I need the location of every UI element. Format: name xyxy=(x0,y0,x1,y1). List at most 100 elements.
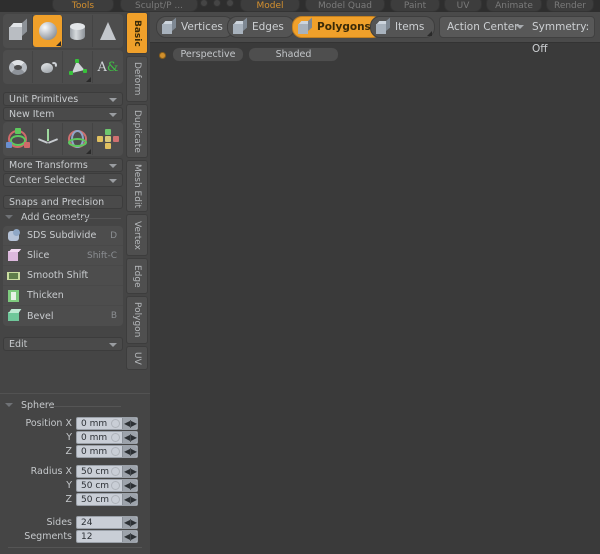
mode-vertices-label: Vertices xyxy=(181,21,223,33)
tab-uv-label: UV xyxy=(456,1,470,11)
transform-gizmo-icon xyxy=(5,128,30,149)
sidebar-item-deform[interactable]: Deform xyxy=(126,56,148,102)
stepper-arrows-icon[interactable]: ◀|▶ xyxy=(122,531,137,542)
cube-icon xyxy=(298,17,312,35)
stepper-arrows-icon[interactable]: ◀|▶ xyxy=(122,432,137,443)
sidebar-item-vertex[interactable]: Vertex xyxy=(126,214,148,256)
tab-sculpt-paint[interactable]: Sculpt/P ... xyxy=(120,0,198,12)
scale-tool-button[interactable] xyxy=(93,123,123,155)
primitive-cone-button[interactable] xyxy=(93,15,123,47)
edit-dropdown[interactable]: Edit xyxy=(3,337,123,351)
sidebar-item-mesh-edit[interactable]: Mesh Edit xyxy=(126,160,148,212)
add-geometry-section-header[interactable]: Add Geometry xyxy=(3,211,123,224)
dial-icon[interactable] xyxy=(111,481,120,490)
sides-field[interactable]: 24 ◀|▶ xyxy=(76,516,138,529)
top-tab-strip: Tools Sculpt/P ... Model Model Quad Pain… xyxy=(0,0,600,12)
primitive-cylinder-button[interactable] xyxy=(63,15,93,47)
geometry-item-slice[interactable]: Slice Shift-C xyxy=(3,246,123,266)
dial-icon[interactable] xyxy=(111,433,120,442)
primitive-text-button[interactable]: A& xyxy=(93,51,123,83)
primitive-polygon-pen-button[interactable] xyxy=(63,51,93,83)
tab-menu-icon[interactable] xyxy=(213,0,221,7)
move-gizmo-icon xyxy=(37,129,59,149)
property-row-sides: Sides 24 ◀|▶ xyxy=(0,516,150,530)
transform-tool-button[interactable] xyxy=(3,123,33,155)
dial-icon[interactable] xyxy=(111,447,120,456)
stepper-arrows-icon[interactable]: ◀|▶ xyxy=(122,494,137,505)
primitive-torus-button[interactable] xyxy=(3,51,33,83)
sidebar-item-label: Vertex xyxy=(132,220,142,250)
rotate-tool-button[interactable] xyxy=(63,123,93,155)
mode-edges-button[interactable]: Edges xyxy=(227,16,295,38)
primitives-row-extra: A& xyxy=(3,50,123,84)
sphere-object[interactable] xyxy=(493,286,600,431)
chevron-down-icon[interactable] xyxy=(516,25,524,29)
radius-y-field[interactable]: 50 cm ◀|▶ xyxy=(76,479,138,492)
dial-icon[interactable] xyxy=(111,495,120,504)
geometry-item-thicken[interactable]: Thicken xyxy=(3,286,123,306)
sidebar-item-edge[interactable]: Edge xyxy=(126,258,148,294)
sidebar-item-polygon[interactable]: Polygon xyxy=(126,296,148,344)
viewport-shaded-button[interactable]: Shaded xyxy=(248,47,339,62)
mode-items-button[interactable]: Items xyxy=(370,16,436,38)
sphere-section-header[interactable]: Sphere xyxy=(3,399,123,412)
sidebar-item-label: Basic xyxy=(132,19,142,47)
cube-icon xyxy=(162,17,176,35)
text-tool-icon: A& xyxy=(97,59,119,75)
sidebar-item-uv[interactable]: UV xyxy=(126,346,148,370)
center-selected-dropdown[interactable]: Center Selected xyxy=(3,173,123,187)
tab-model-quad[interactable]: Model Quad xyxy=(305,0,385,12)
tab-paint[interactable]: Paint xyxy=(390,0,440,12)
position-x-field[interactable]: 0 mm ◀|▶ xyxy=(76,417,138,430)
tab-render[interactable]: Render xyxy=(546,0,594,12)
snaps-and-precision-button[interactable]: Snaps and Precision xyxy=(3,195,123,209)
stepper-arrows-icon[interactable]: ◀|▶ xyxy=(122,480,137,491)
3d-viewport[interactable]: y x Sphere Primitive pxleyes.com xyxy=(150,43,600,554)
property-value: 24 xyxy=(81,518,93,528)
tab-more-icon[interactable] xyxy=(226,0,234,7)
primitive-cube-button[interactable] xyxy=(3,15,33,47)
sphere-wireframe xyxy=(495,286,600,431)
stepper-arrows-icon[interactable]: ◀|▶ xyxy=(122,466,137,477)
geometry-item-sds-subdivide[interactable]: SDS Subdivide D xyxy=(3,226,123,246)
move-tool-button[interactable] xyxy=(33,123,63,155)
property-label: Z xyxy=(65,446,72,457)
stepper-arrows-icon[interactable]: ◀|▶ xyxy=(122,446,137,457)
position-y-field[interactable]: 0 mm ◀|▶ xyxy=(76,431,138,444)
position-z-field[interactable]: 0 mm ◀|▶ xyxy=(76,445,138,458)
sidebar-item-basic[interactable]: Basic xyxy=(126,12,148,54)
submenu-corner-icon xyxy=(86,77,91,82)
primitive-sphere-button[interactable] xyxy=(33,15,63,47)
tab-add-icon[interactable] xyxy=(200,0,208,7)
tab-animate[interactable]: Animate xyxy=(486,0,542,12)
chevron-down-icon xyxy=(109,343,117,347)
radius-x-field[interactable]: 50 cm ◀|▶ xyxy=(76,465,138,478)
tab-uv[interactable]: UV xyxy=(444,0,482,12)
more-transforms-dropdown[interactable]: More Transforms xyxy=(3,158,123,172)
property-label: Y xyxy=(66,480,72,491)
mode-vertices-button[interactable]: Vertices xyxy=(156,16,234,38)
dial-icon[interactable] xyxy=(111,467,120,476)
viewport-perspective-button[interactable]: Perspective xyxy=(172,47,244,62)
geometry-item-shortcut: Shift-C xyxy=(87,250,117,261)
axis-gizmo[interactable]: y x xyxy=(164,508,204,549)
unit-primitives-dropdown[interactable]: Unit Primitives xyxy=(3,92,123,106)
segments-field[interactable]: 12 ◀|▶ xyxy=(76,530,138,543)
property-value: 50 cm xyxy=(81,467,110,477)
new-item-dropdown[interactable]: New Item xyxy=(3,107,123,121)
tab-model[interactable]: Model xyxy=(240,0,300,12)
action-center-label[interactable]: Action Center xyxy=(447,16,519,38)
tab-tools[interactable]: Tools xyxy=(52,0,114,12)
sidebar-item-label: Mesh Edit xyxy=(132,164,142,208)
primitive-teapot-button[interactable] xyxy=(33,51,63,83)
tab-animate-label: Animate xyxy=(495,1,533,11)
mode-polygons-button[interactable]: Polygons xyxy=(292,16,382,38)
stepper-arrows-icon[interactable]: ◀|▶ xyxy=(122,517,137,528)
viewport-menu-dot-icon[interactable] xyxy=(159,52,166,59)
radius-z-field[interactable]: 50 cm ◀|▶ xyxy=(76,493,138,506)
geometry-item-bevel[interactable]: Bevel B xyxy=(3,306,123,326)
sidebar-item-duplicate[interactable]: Duplicate xyxy=(126,104,148,158)
stepper-arrows-icon[interactable]: ◀|▶ xyxy=(122,418,137,429)
dial-icon[interactable] xyxy=(111,419,120,428)
geometry-item-smooth-shift[interactable]: Smooth Shift xyxy=(3,266,123,286)
